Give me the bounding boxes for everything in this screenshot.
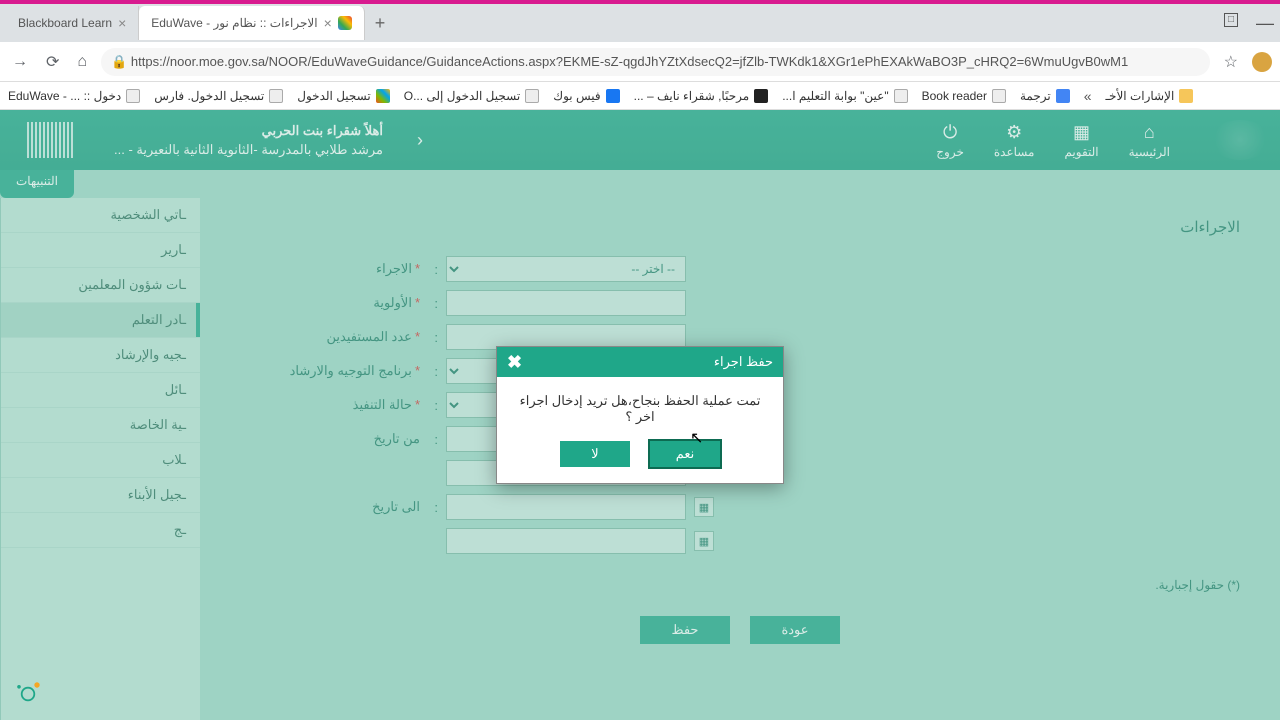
star-icon[interactable]: ☆ <box>1220 48 1242 76</box>
close-icon[interactable]: × <box>324 15 332 31</box>
modal-header: حفظ اجراء ✖ <box>497 347 783 377</box>
bookmark-item[interactable]: فيس بوك <box>553 89 619 103</box>
modal-no-button[interactable]: لا <box>560 441 630 467</box>
page-icon <box>525 89 539 103</box>
new-tab-button[interactable]: + <box>365 13 396 34</box>
lock-icon: 🔒 <box>111 54 127 69</box>
url-text: https://noor.moe.gov.sa/NOOR/EduWaveGuid… <box>131 54 1128 69</box>
bookmark-item[interactable]: تسجيل الدخول. فارس <box>154 89 283 103</box>
browser-tab-noor[interactable]: × الاجراءات :: نظام نور - EduWave <box>139 6 365 40</box>
close-icon[interactable]: ✖ <box>507 352 522 373</box>
browser-tab-strip: × Blackboard Learn × الاجراءات :: نظام ن… <box>0 4 1280 42</box>
close-icon[interactable]: × <box>118 15 126 31</box>
browser-tab-blackboard[interactable]: × Blackboard Learn <box>6 6 139 40</box>
address-bar: → ⟳ ⌂ 🔒 https://noor.moe.gov.sa/NOOR/Edu… <box>0 42 1280 82</box>
google-icon <box>1056 89 1070 103</box>
facebook-icon <box>606 89 620 103</box>
profile-avatar[interactable] <box>1252 52 1272 72</box>
modal-title: حفظ اجراء <box>714 354 773 370</box>
save-modal: حفظ اجراء ✖ تمت عملية الحفظ بنجاح،هل تري… <box>496 346 784 484</box>
reload-icon[interactable]: ⟳ <box>42 48 63 76</box>
ms-icon <box>376 89 390 103</box>
folder-icon <box>1179 89 1193 103</box>
tab-label: Blackboard Learn <box>18 16 112 30</box>
page-icon <box>992 89 1006 103</box>
blackboard-icon <box>754 89 768 103</box>
bookmark-item[interactable]: دخول :: ... - EduWave <box>8 89 140 103</box>
page-icon <box>126 89 140 103</box>
bookmark-overflow-icon[interactable]: » <box>1084 88 1092 104</box>
page-icon <box>269 89 283 103</box>
url-input[interactable]: 🔒 https://noor.moe.gov.sa/NOOR/EduWaveGu… <box>101 48 1210 76</box>
bookmarks-bar: دخول :: ... - EduWave تسجيل الدخول. فارس… <box>0 82 1280 110</box>
eduwave-logo <box>10 676 46 712</box>
bookmark-item[interactable]: "عين" بوابة التعليم ا... <box>782 89 907 103</box>
maximize-icon[interactable]: □ <box>1224 13 1238 27</box>
modal-message: تمت عملية الحفظ بنجاح،هل تريد إدخال اجرا… <box>497 377 783 441</box>
app-container: أهلاً شقراء بنت الحربي مرشد طلابي بالمدر… <box>0 110 1280 720</box>
bookmark-folder[interactable]: الإشارات الأخـ <box>1106 89 1194 103</box>
bookmark-item[interactable]: مرحبًا, شقراء نايف – ... <box>634 89 769 103</box>
minimize-icon[interactable]: — <box>1256 13 1274 34</box>
bookmark-item[interactable]: ترجمة <box>1020 89 1070 103</box>
translate-icon[interactable] <box>338 16 352 30</box>
bookmark-item[interactable]: تسجيل الدخول <box>297 89 389 103</box>
modal-buttons: نعم لا <box>497 441 783 483</box>
home-icon[interactable]: ⌂ <box>73 49 91 75</box>
nav-back-icon[interactable]: → <box>8 49 32 75</box>
page-icon <box>894 89 908 103</box>
tab-label: الاجراءات :: نظام نور - EduWave <box>151 16 317 30</box>
bookmark-item[interactable]: تسجيل الدخول إلى ...O <box>404 89 539 103</box>
bookmark-item[interactable]: Book reader <box>922 89 1006 103</box>
modal-yes-button[interactable]: نعم <box>650 441 720 467</box>
